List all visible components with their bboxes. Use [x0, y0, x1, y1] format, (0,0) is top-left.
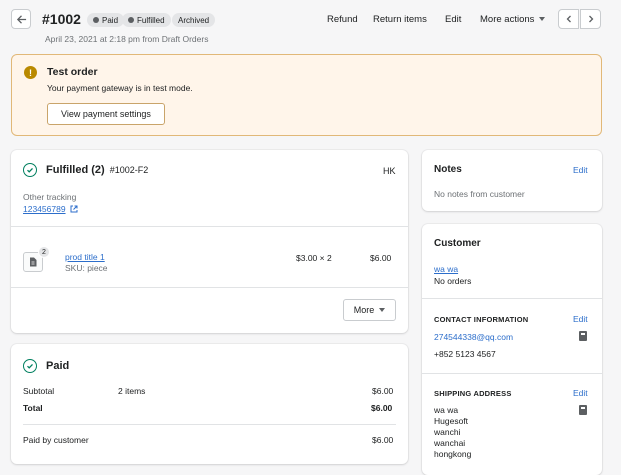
fulfilled-badge: Fulfilled [122, 13, 171, 27]
subtotal-label: Subtotal [23, 386, 55, 396]
address-line: Hugesoft [434, 416, 469, 426]
shipping-address: wa wa Hugesoft wanchi wanchai hongkong [434, 405, 471, 460]
price-quantity: $3.00 × 2 [296, 253, 332, 263]
paid-heading: Paid [46, 360, 70, 372]
arrow-left-icon [16, 14, 26, 24]
line-total: $6.00 [370, 253, 392, 263]
caret-down-icon [539, 17, 546, 22]
notes-card: Notes Edit No notes from customer [422, 150, 602, 211]
archived-badge: Archived [172, 13, 216, 27]
notes-heading: Notes [434, 164, 462, 175]
total-label: Total [23, 403, 43, 413]
customer-card: Customer wa wa No orders CONTACT INFORMA… [422, 224, 602, 475]
divider [422, 373, 602, 374]
refund-button[interactable]: Refund [327, 14, 358, 25]
total-value: $6.00 [371, 403, 393, 413]
external-link-icon [70, 205, 78, 213]
view-payment-settings-button[interactable]: View payment settings [47, 103, 165, 125]
customer-orders: No orders [434, 276, 472, 286]
quantity-badge: 2 [38, 246, 50, 258]
clipboard-icon[interactable] [579, 405, 587, 415]
chevron-right-icon [588, 15, 593, 23]
customer-email-link[interactable]: 274544338@qq.com [434, 332, 513, 342]
chevron-left-icon [566, 15, 571, 23]
product-link[interactable]: prod title 1 [65, 252, 105, 262]
address-line: hongkong [434, 449, 472, 459]
check-circle-icon [23, 359, 37, 373]
banner-text: Your payment gateway is in test mode. [47, 83, 193, 93]
contact-information-heading: CONTACT INFORMATION [434, 315, 529, 324]
fulfillment-location: HK [383, 166, 396, 176]
paid-by-customer-label: Paid by customer [23, 435, 89, 445]
document-icon [30, 257, 37, 267]
fulfilled-card: Fulfilled (2) #1002-F2 HK Other tracking… [11, 150, 408, 333]
previous-order-button[interactable] [558, 9, 579, 29]
next-order-button[interactable] [580, 9, 601, 29]
tracking-link[interactable]: 123456789 [23, 204, 78, 214]
clipboard-icon[interactable] [579, 331, 587, 341]
paid-card: Paid Subtotal 2 items $6.00 Total $6.00 … [11, 344, 408, 464]
divider [23, 424, 396, 425]
paid-by-customer-value: $6.00 [372, 435, 394, 445]
dot-icon [128, 17, 134, 23]
order-subtitle: April 23, 2021 at 2:18 pm from Draft Ord… [45, 34, 209, 44]
paid-badge: Paid [87, 13, 125, 27]
subtotal-items: 2 items [118, 386, 146, 396]
customer-heading: Customer [434, 238, 481, 249]
caret-down-icon [379, 308, 386, 312]
notes-text: No notes from customer [434, 189, 525, 199]
return-items-button[interactable]: Return items [373, 14, 427, 25]
address-line: wanchai [434, 438, 466, 448]
address-line: wa wa [434, 405, 459, 415]
notes-edit-link[interactable]: Edit [573, 165, 588, 175]
customer-name-link[interactable]: wa wa [434, 264, 458, 274]
more-actions-button[interactable]: More actions [480, 14, 546, 25]
edit-button[interactable]: Edit [445, 14, 461, 25]
shipping-address-heading: SHIPPING ADDRESS [434, 389, 512, 398]
customer-phone: +852 5123 4567 [434, 349, 496, 359]
check-circle-icon [23, 163, 37, 177]
back-button[interactable] [11, 9, 31, 29]
divider [11, 226, 408, 227]
tracking-label: Other tracking [23, 192, 77, 202]
more-button[interactable]: More [343, 299, 396, 321]
address-line: wanchi [434, 427, 461, 437]
shipping-edit-link[interactable]: Edit [573, 388, 588, 398]
fulfilled-heading: Fulfilled (2) #1002-F2 [46, 164, 149, 176]
banner-title: Test order [47, 66, 98, 78]
divider [11, 287, 408, 288]
test-order-banner: ! Test order Your payment gateway is in … [11, 54, 602, 136]
subtotal-value: $6.00 [372, 386, 394, 396]
divider [422, 298, 602, 299]
contact-edit-link[interactable]: Edit [573, 314, 588, 324]
warning-icon: ! [24, 66, 37, 79]
order-number: #1002 [42, 11, 81, 27]
product-sku: SKU: piece [65, 263, 108, 273]
dot-icon [93, 17, 99, 23]
